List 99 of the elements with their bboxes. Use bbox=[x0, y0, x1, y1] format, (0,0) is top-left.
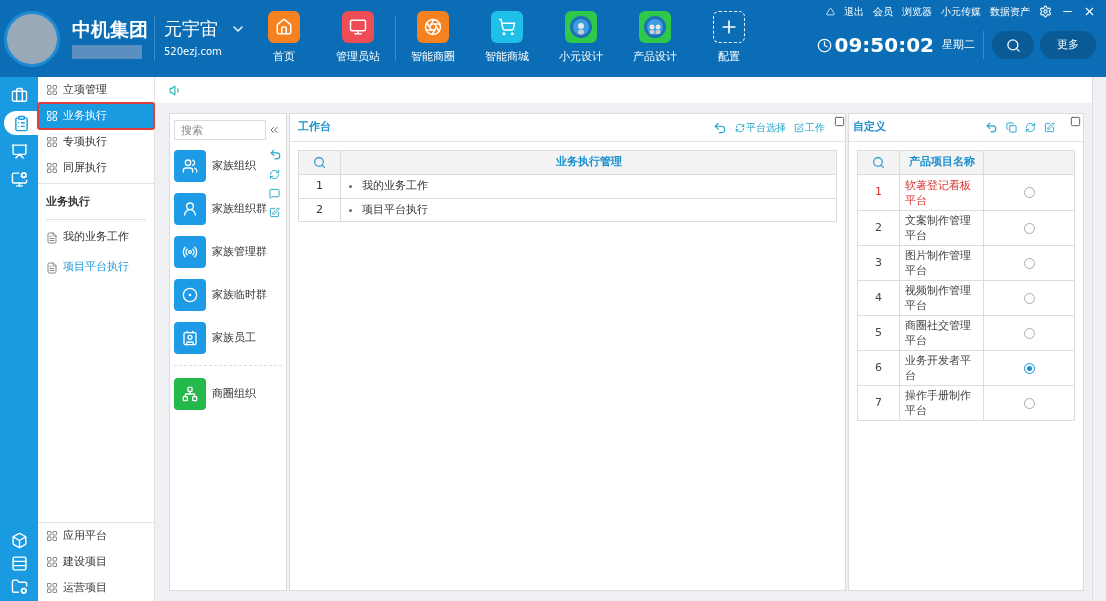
speaker-icon bbox=[169, 83, 182, 97]
row-number: 4 bbox=[875, 289, 882, 306]
grid-icon bbox=[46, 84, 58, 96]
document-icon bbox=[46, 231, 58, 244]
company-name: 中机集团 bbox=[72, 17, 149, 42]
row-number: 2 bbox=[875, 219, 882, 236]
group-item[interactable]: 家族组织 bbox=[174, 146, 282, 186]
copy-icon[interactable] bbox=[1006, 122, 1017, 133]
refresh-icon[interactable] bbox=[269, 169, 280, 180]
grid-icon bbox=[46, 110, 58, 122]
nav-button[interactable]: 产品设计 bbox=[618, 0, 692, 77]
blurred-text-block bbox=[72, 45, 142, 60]
menu-item[interactable]: 同屏执行 bbox=[38, 155, 154, 181]
row-label: 图片制作管理平台 bbox=[905, 248, 972, 278]
maximize-icon[interactable] bbox=[834, 116, 845, 127]
row-label: 文案制作管理平台 bbox=[905, 213, 972, 243]
search-icon[interactable] bbox=[313, 156, 326, 169]
edit-icon bbox=[794, 122, 804, 133]
list-icon bbox=[12, 114, 30, 132]
nav-button[interactable]: 配置 bbox=[692, 0, 766, 77]
search-icon bbox=[1005, 37, 1021, 53]
row-number: 7 bbox=[875, 394, 882, 411]
globe-figure-icon bbox=[643, 15, 667, 40]
group-item[interactable]: 商圈组织 bbox=[174, 374, 282, 414]
top-link[interactable]: 浏览器 bbox=[902, 3, 932, 19]
edit-icon[interactable] bbox=[1044, 122, 1055, 133]
search-field[interactable]: 搜索 bbox=[174, 120, 266, 140]
row-label: 商圈社交管理平台 bbox=[905, 318, 972, 348]
brand-name: 元宇宙 bbox=[164, 17, 218, 41]
edit-icon[interactable] bbox=[269, 207, 280, 218]
menu-item[interactable]: 建设项目 bbox=[38, 549, 154, 575]
row-number: 5 bbox=[875, 324, 882, 341]
message-icon[interactable] bbox=[269, 188, 280, 199]
grid-icon bbox=[46, 530, 58, 542]
menu-item[interactable]: 专项执行 bbox=[38, 129, 154, 155]
cube-icon[interactable] bbox=[10, 532, 28, 549]
menu-item[interactable]: 运营项目 bbox=[38, 575, 154, 601]
grid-icon bbox=[46, 136, 58, 148]
grid-icon bbox=[46, 556, 58, 568]
globe-figure-icon bbox=[569, 15, 593, 40]
row-number: 3 bbox=[875, 254, 882, 271]
section-title: 业务执行 bbox=[46, 194, 146, 220]
row-number: 6 bbox=[875, 359, 882, 376]
top-link[interactable]: 退出 bbox=[844, 3, 864, 19]
top-link[interactable]: 小元传媒 bbox=[941, 3, 981, 19]
nav-button[interactable]: 智能商城 bbox=[470, 0, 544, 77]
briefcase-icon bbox=[10, 86, 28, 104]
clock-time: 09:50:02 bbox=[834, 32, 934, 59]
search-icon[interactable] bbox=[872, 156, 885, 169]
chart-icon bbox=[10, 142, 28, 160]
submenu-item[interactable]: 我的业务工作 bbox=[38, 227, 154, 248]
group-item[interactable]: 家族管理群 bbox=[174, 232, 282, 272]
bullet-icon bbox=[349, 208, 352, 212]
panel-title: 自定义 bbox=[853, 119, 886, 136]
top-link[interactable]: 会员 bbox=[873, 3, 893, 19]
maximize-icon[interactable] bbox=[1070, 116, 1081, 127]
undo-icon[interactable] bbox=[269, 148, 282, 161]
row-label[interactable]: 项目平台执行 bbox=[362, 201, 428, 219]
nav-button[interactable]: 小元设计 bbox=[544, 0, 618, 77]
nav-button[interactable]: 智能商圈 bbox=[396, 0, 470, 77]
clock-icon bbox=[816, 37, 832, 53]
folder-icon[interactable] bbox=[10, 578, 28, 595]
row-label: 业务开发者平台 bbox=[905, 353, 972, 383]
list-rail-button[interactable] bbox=[4, 111, 38, 135]
row-number: 1 bbox=[875, 184, 882, 201]
nav-button[interactable]: 首页 bbox=[247, 0, 321, 77]
more-button[interactable]: 更多 bbox=[1040, 31, 1096, 59]
weekday-text: 星期二 bbox=[942, 36, 975, 53]
group-item[interactable]: 家族临时群 bbox=[174, 275, 282, 315]
column-header: 产品项目名称 bbox=[908, 154, 975, 171]
menu-item[interactable]: 应用平台 bbox=[38, 523, 154, 549]
search-button[interactable] bbox=[992, 31, 1034, 59]
undo-icon[interactable] bbox=[985, 121, 998, 134]
rows-icon[interactable] bbox=[10, 555, 28, 572]
row-number: 1 bbox=[316, 178, 323, 195]
row-label: 视频制作管理平台 bbox=[905, 283, 972, 313]
screen-icon bbox=[10, 170, 28, 188]
row-number: 2 bbox=[316, 201, 323, 218]
refresh-icon bbox=[735, 122, 745, 133]
nav-button[interactable]: 管理员站 bbox=[321, 0, 395, 77]
row-label: 软著登记看板平台 bbox=[905, 177, 972, 208]
top-link[interactable]: 数据资产 bbox=[990, 3, 1030, 19]
undo-icon[interactable] bbox=[713, 120, 727, 135]
eject-icon[interactable] bbox=[826, 6, 835, 16]
row-label: 操作手册制作平台 bbox=[905, 388, 972, 418]
bullet-icon bbox=[349, 185, 352, 188]
row-label[interactable]: 我的业务工作 bbox=[362, 178, 428, 195]
group-item[interactable]: 家族员工 bbox=[174, 318, 282, 358]
grid-icon bbox=[46, 582, 58, 594]
domain-text: 520ezj.com bbox=[164, 45, 223, 60]
collapse-icon[interactable] bbox=[268, 124, 280, 136]
refresh-icon[interactable] bbox=[1025, 122, 1036, 133]
group-item[interactable]: 家族组织群 bbox=[174, 189, 282, 229]
grid-icon bbox=[46, 162, 58, 174]
panel-title: 工作台 bbox=[298, 119, 331, 136]
menu-item[interactable]: 立项管理 bbox=[38, 77, 154, 103]
settings-icon[interactable] bbox=[1039, 4, 1052, 18]
column-header: 业务执行管理 bbox=[555, 154, 622, 171]
document-icon bbox=[46, 261, 58, 274]
